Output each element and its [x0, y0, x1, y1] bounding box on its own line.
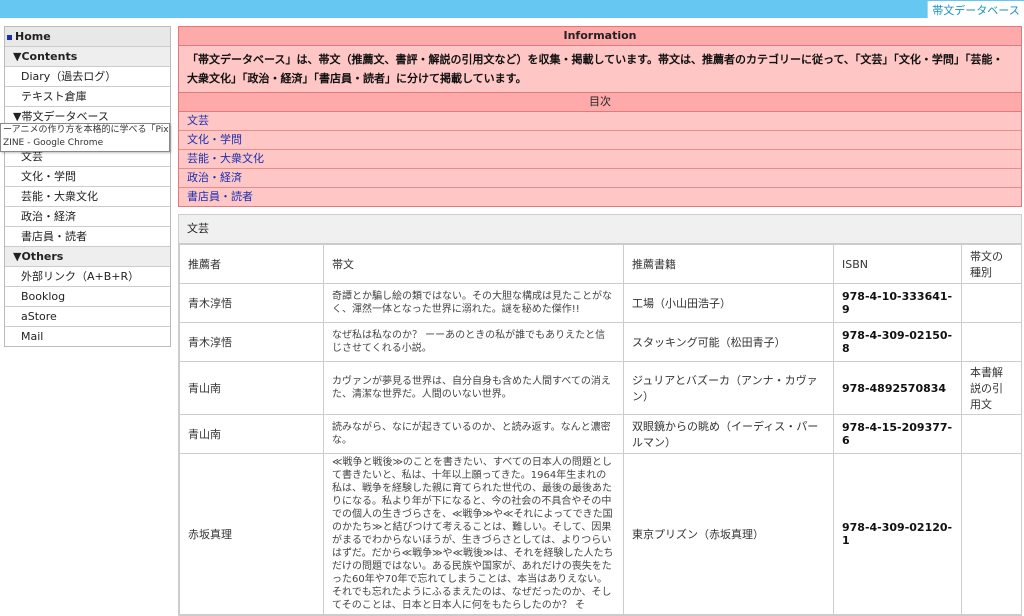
- sidebar-heading-contents[interactable]: ▼Contents: [5, 47, 170, 67]
- section-title: 文芸: [179, 215, 1021, 244]
- cell-type: [961, 283, 1022, 323]
- cell-isbn: 978-4892570834: [833, 361, 962, 415]
- table-row: 青山南 カヴァンが夢見る世界は、自分自身も含めた人間すべての消えた、清潔な世界だ…: [179, 361, 1022, 415]
- toc-title: 目次: [179, 93, 1021, 112]
- table-header-row: 推薦者 帯文 推薦書籍 ISBN 帯文の種別: [179, 244, 1022, 284]
- cell-type: 本書解説の引用文: [961, 361, 1022, 415]
- tooltip-line-2: ZINE - Google Chrome: [3, 138, 104, 148]
- cell-isbn: 978-4-15-209377-6: [833, 414, 962, 454]
- cell-book: ジュリアとバズーカ（アンナ・カヴァン）: [623, 361, 834, 415]
- cell-recommender: 青山南: [179, 414, 324, 454]
- bungei-section: 文芸 推薦者 帯文 推薦書籍 ISBN 帯文の種別 青木淳悟 奇譚とか騙し絵の類…: [178, 214, 1022, 616]
- sidebar-item-geino[interactable]: 芸能・大衆文化: [5, 187, 170, 207]
- toc-link-shoten[interactable]: 書店員・読者: [179, 188, 1021, 206]
- table-row: 赤坂真理 ≪戦争と戦後≫のことを書きたい、すべての日本人の問題として書きたいと、…: [179, 453, 1022, 615]
- toc-link-bungei[interactable]: 文芸: [179, 112, 1021, 131]
- bullet-square-icon: [7, 34, 12, 40]
- information-box: Information 「帯文データベース」は、帯文（推薦文、書評・解説の引用文…: [178, 26, 1022, 207]
- header-isbn: ISBN: [833, 244, 962, 284]
- cell-blurb: カヴァンが夢見る世界は、自分自身も含めた人間すべての消えた、清潔な世界だ。人間の…: [323, 361, 624, 415]
- toc-link-seiji[interactable]: 政治・経済: [179, 169, 1021, 188]
- sidebar-home-label: Home: [15, 30, 51, 43]
- cell-book: スタッキング可能（松田青子）: [623, 322, 834, 362]
- cell-blurb: 読みながら、なにが起きているのか、と読み返す。なんと濃密な。: [323, 414, 624, 454]
- header-book: 推薦書籍: [623, 244, 834, 284]
- cell-type: [961, 414, 1022, 454]
- sidebar-item-home[interactable]: Home: [5, 27, 170, 47]
- blurb-table: 推薦者 帯文 推薦書籍 ISBN 帯文の種別 青木淳悟 奇譚とか騙し絵の類ではな…: [179, 244, 1022, 615]
- sidebar-item-astore[interactable]: aStore: [5, 307, 170, 327]
- cell-blurb: 奇譚とか騙し絵の類ではない。その大胆な構成は見たことがなく、渾然一体となった世界…: [323, 283, 624, 323]
- sidebar-item-diary[interactable]: Diary（過去ログ）: [5, 67, 170, 87]
- sidebar-item-links[interactable]: 外部リンク（A+B+R）: [5, 267, 170, 287]
- table-row: 青山南 読みながら、なにが起きているのか、と読み返す。なんと濃密な。 双眼鏡から…: [179, 414, 1022, 454]
- sidebar-nav: Home ▼Contents Diary（過去ログ） テキスト倉庫 ▼帯文データ…: [4, 26, 171, 347]
- cell-type: [961, 453, 1022, 615]
- sidebar-item-booklog[interactable]: Booklog: [5, 287, 170, 307]
- cell-recommender: 青木淳悟: [179, 283, 324, 323]
- information-title: Information: [179, 27, 1021, 46]
- tooltip-line-1: ーアニメの作り方を本格的に学べる「Pixar in a: [3, 125, 170, 135]
- cell-recommender: 赤坂真理: [179, 453, 324, 615]
- sidebar-item-text[interactable]: テキスト倉庫: [5, 87, 170, 107]
- toc-link-geino[interactable]: 芸能・大衆文化: [179, 150, 1021, 169]
- cell-blurb: ≪戦争と戦後≫のことを書きたい、すべての日本人の問題として書きたいと、私は、十年…: [323, 453, 624, 615]
- cell-isbn: 978-4-309-02150-8: [833, 322, 962, 362]
- cell-blurb: なぜ私は私なのか？ ーーあのときの私が誰でもありえたと信じさせてくれる小説。: [323, 322, 624, 362]
- toc-link-bunka[interactable]: 文化・学問: [179, 131, 1021, 150]
- top-bar: 帯文データベース: [0, 0, 1024, 18]
- cell-isbn: 978-4-10-333641-9: [833, 283, 962, 323]
- header-type: 帯文の種別: [961, 244, 1022, 284]
- header-blurb: 帯文: [323, 244, 624, 284]
- table-row: 青木淳悟 なぜ私は私なのか？ ーーあのときの私が誰でもありえたと信じさせてくれる…: [179, 322, 1022, 362]
- site-title-link[interactable]: 帯文データベース: [927, 1, 1024, 18]
- header-recommender: 推薦者: [179, 244, 324, 284]
- table-row: 青木淳悟 奇譚とか騙し絵の類ではない。その大胆な構成は見たことがなく、渾然一体と…: [179, 283, 1022, 323]
- window-tooltip: ーアニメの作り方を本格的に学べる「Pixar in a ZINE - Googl…: [0, 123, 170, 152]
- information-body: 「帯文データベース」は、帯文（推薦文、書評・解説の引用文など）を収集・掲載してい…: [179, 46, 1021, 93]
- sidebar-item-seiji[interactable]: 政治・経済: [5, 207, 170, 227]
- cell-type: [961, 322, 1022, 362]
- sidebar-item-mail[interactable]: Mail: [5, 327, 170, 346]
- sidebar-heading-others[interactable]: ▼Others: [5, 247, 170, 267]
- cell-book: 工場（小山田浩子）: [623, 283, 834, 323]
- sidebar-item-shoten[interactable]: 書店員・読者: [5, 227, 170, 247]
- cell-isbn: 978-4-309-02120-1: [833, 453, 962, 615]
- cell-book: 東京プリズン（赤坂真理）: [623, 453, 834, 615]
- cell-book: 双眼鏡からの眺め（イーディス・パールマン）: [623, 414, 834, 454]
- cell-recommender: 青山南: [179, 361, 324, 415]
- sidebar-item-bunka[interactable]: 文化・学問: [5, 167, 170, 187]
- cell-recommender: 青木淳悟: [179, 322, 324, 362]
